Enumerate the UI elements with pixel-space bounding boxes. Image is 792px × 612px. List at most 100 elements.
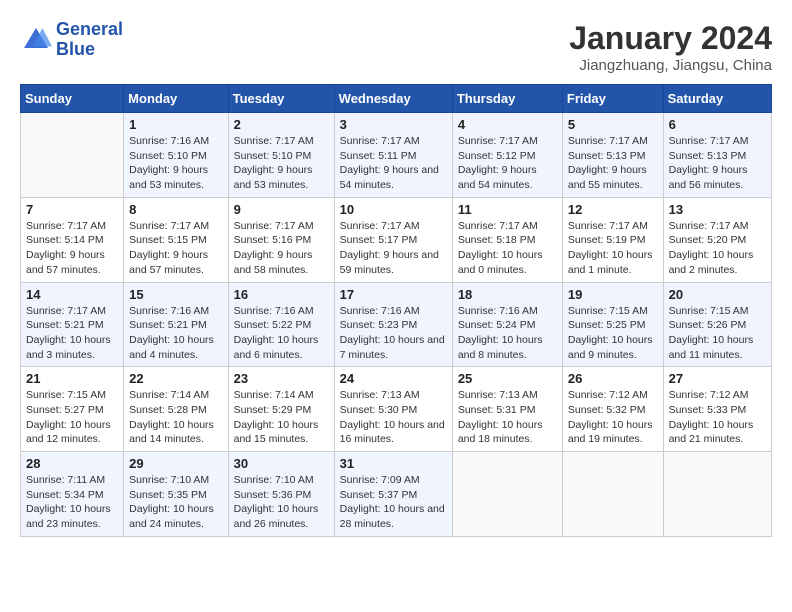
day-cell: 12 Sunrise: 7:17 AM Sunset: 5:19 PM Dayl… (562, 197, 663, 282)
day-number: 25 (458, 371, 557, 386)
day-cell: 17 Sunrise: 7:16 AM Sunset: 5:23 PM Dayl… (334, 282, 452, 367)
day-number: 1 (129, 117, 222, 132)
day-info: Sunrise: 7:16 AM Sunset: 5:10 PM Dayligh… (129, 134, 222, 193)
day-number: 24 (340, 371, 447, 386)
day-number: 20 (669, 287, 766, 302)
day-info: Sunrise: 7:14 AM Sunset: 5:29 PM Dayligh… (234, 388, 329, 447)
day-number: 17 (340, 287, 447, 302)
day-cell: 21 Sunrise: 7:15 AM Sunset: 5:27 PM Dayl… (21, 367, 124, 452)
day-number: 15 (129, 287, 222, 302)
day-cell: 23 Sunrise: 7:14 AM Sunset: 5:29 PM Dayl… (228, 367, 334, 452)
day-number: 29 (129, 456, 222, 471)
day-cell: 26 Sunrise: 7:12 AM Sunset: 5:32 PM Dayl… (562, 367, 663, 452)
day-cell: 3 Sunrise: 7:17 AM Sunset: 5:11 PM Dayli… (334, 113, 452, 198)
day-info: Sunrise: 7:16 AM Sunset: 5:21 PM Dayligh… (129, 304, 222, 363)
day-number: 7 (26, 202, 118, 217)
day-cell: 18 Sunrise: 7:16 AM Sunset: 5:24 PM Dayl… (452, 282, 562, 367)
day-number: 18 (458, 287, 557, 302)
logo: General Blue (20, 20, 123, 60)
day-number: 12 (568, 202, 658, 217)
day-number: 21 (26, 371, 118, 386)
day-info: Sunrise: 7:17 AM Sunset: 5:13 PM Dayligh… (568, 134, 658, 193)
day-cell: 2 Sunrise: 7:17 AM Sunset: 5:10 PM Dayli… (228, 113, 334, 198)
day-info: Sunrise: 7:17 AM Sunset: 5:13 PM Dayligh… (669, 134, 766, 193)
day-cell (562, 452, 663, 537)
logo-text: General Blue (56, 20, 123, 60)
day-info: Sunrise: 7:17 AM Sunset: 5:19 PM Dayligh… (568, 219, 658, 278)
day-cell: 25 Sunrise: 7:13 AM Sunset: 5:31 PM Dayl… (452, 367, 562, 452)
day-cell: 10 Sunrise: 7:17 AM Sunset: 5:17 PM Dayl… (334, 197, 452, 282)
day-info: Sunrise: 7:13 AM Sunset: 5:31 PM Dayligh… (458, 388, 557, 447)
page-header: General Blue January 2024 Jiangzhuang, J… (20, 20, 772, 74)
day-cell: 29 Sunrise: 7:10 AM Sunset: 5:35 PM Dayl… (124, 452, 228, 537)
week-row-2: 7 Sunrise: 7:17 AM Sunset: 5:14 PM Dayli… (21, 197, 772, 282)
day-cell: 27 Sunrise: 7:12 AM Sunset: 5:33 PM Dayl… (663, 367, 771, 452)
week-row-5: 28 Sunrise: 7:11 AM Sunset: 5:34 PM Dayl… (21, 452, 772, 537)
header-day-sunday: Sunday (21, 85, 124, 113)
week-row-3: 14 Sunrise: 7:17 AM Sunset: 5:21 PM Dayl… (21, 282, 772, 367)
day-cell: 1 Sunrise: 7:16 AM Sunset: 5:10 PM Dayli… (124, 113, 228, 198)
day-info: Sunrise: 7:17 AM Sunset: 5:15 PM Dayligh… (129, 219, 222, 278)
day-number: 30 (234, 456, 329, 471)
week-row-1: 1 Sunrise: 7:16 AM Sunset: 5:10 PM Dayli… (21, 113, 772, 198)
day-info: Sunrise: 7:15 AM Sunset: 5:27 PM Dayligh… (26, 388, 118, 447)
day-cell: 6 Sunrise: 7:17 AM Sunset: 5:13 PM Dayli… (663, 113, 771, 198)
day-number: 14 (26, 287, 118, 302)
day-number: 8 (129, 202, 222, 217)
day-info: Sunrise: 7:17 AM Sunset: 5:16 PM Dayligh… (234, 219, 329, 278)
day-cell: 28 Sunrise: 7:11 AM Sunset: 5:34 PM Dayl… (21, 452, 124, 537)
day-info: Sunrise: 7:17 AM Sunset: 5:17 PM Dayligh… (340, 219, 447, 278)
header-day-wednesday: Wednesday (334, 85, 452, 113)
day-number: 13 (669, 202, 766, 217)
day-info: Sunrise: 7:09 AM Sunset: 5:37 PM Dayligh… (340, 473, 447, 532)
day-info: Sunrise: 7:10 AM Sunset: 5:36 PM Dayligh… (234, 473, 329, 532)
day-info: Sunrise: 7:17 AM Sunset: 5:11 PM Dayligh… (340, 134, 447, 193)
logo-line2: Blue (56, 39, 95, 59)
day-info: Sunrise: 7:16 AM Sunset: 5:24 PM Dayligh… (458, 304, 557, 363)
day-number: 4 (458, 117, 557, 132)
day-number: 16 (234, 287, 329, 302)
day-cell: 15 Sunrise: 7:16 AM Sunset: 5:21 PM Dayl… (124, 282, 228, 367)
day-number: 26 (568, 371, 658, 386)
day-number: 3 (340, 117, 447, 132)
day-cell: 31 Sunrise: 7:09 AM Sunset: 5:37 PM Dayl… (334, 452, 452, 537)
day-number: 19 (568, 287, 658, 302)
day-info: Sunrise: 7:16 AM Sunset: 5:22 PM Dayligh… (234, 304, 329, 363)
day-info: Sunrise: 7:17 AM Sunset: 5:14 PM Dayligh… (26, 219, 118, 278)
day-info: Sunrise: 7:12 AM Sunset: 5:32 PM Dayligh… (568, 388, 658, 447)
day-info: Sunrise: 7:17 AM Sunset: 5:18 PM Dayligh… (458, 219, 557, 278)
day-cell (452, 452, 562, 537)
day-cell: 8 Sunrise: 7:17 AM Sunset: 5:15 PM Dayli… (124, 197, 228, 282)
day-info: Sunrise: 7:11 AM Sunset: 5:34 PM Dayligh… (26, 473, 118, 532)
day-cell: 4 Sunrise: 7:17 AM Sunset: 5:12 PM Dayli… (452, 113, 562, 198)
location: Jiangzhuang, Jiangsu, China (569, 57, 772, 74)
day-info: Sunrise: 7:10 AM Sunset: 5:35 PM Dayligh… (129, 473, 222, 532)
logo-icon (20, 24, 52, 56)
day-number: 10 (340, 202, 447, 217)
week-row-4: 21 Sunrise: 7:15 AM Sunset: 5:27 PM Dayl… (21, 367, 772, 452)
day-cell: 5 Sunrise: 7:17 AM Sunset: 5:13 PM Dayli… (562, 113, 663, 198)
day-cell: 7 Sunrise: 7:17 AM Sunset: 5:14 PM Dayli… (21, 197, 124, 282)
day-number: 22 (129, 371, 222, 386)
day-cell: 19 Sunrise: 7:15 AM Sunset: 5:25 PM Dayl… (562, 282, 663, 367)
month-title: January 2024 (569, 20, 772, 57)
day-info: Sunrise: 7:17 AM Sunset: 5:21 PM Dayligh… (26, 304, 118, 363)
day-info: Sunrise: 7:12 AM Sunset: 5:33 PM Dayligh… (669, 388, 766, 447)
day-cell (663, 452, 771, 537)
day-number: 27 (669, 371, 766, 386)
day-cell: 13 Sunrise: 7:17 AM Sunset: 5:20 PM Dayl… (663, 197, 771, 282)
day-cell: 24 Sunrise: 7:13 AM Sunset: 5:30 PM Dayl… (334, 367, 452, 452)
day-number: 28 (26, 456, 118, 471)
day-cell: 16 Sunrise: 7:16 AM Sunset: 5:22 PM Dayl… (228, 282, 334, 367)
day-info: Sunrise: 7:17 AM Sunset: 5:12 PM Dayligh… (458, 134, 557, 193)
day-number: 6 (669, 117, 766, 132)
day-number: 23 (234, 371, 329, 386)
day-number: 9 (234, 202, 329, 217)
header-row: SundayMondayTuesdayWednesdayThursdayFrid… (21, 85, 772, 113)
day-info: Sunrise: 7:17 AM Sunset: 5:20 PM Dayligh… (669, 219, 766, 278)
day-cell (21, 113, 124, 198)
day-info: Sunrise: 7:14 AM Sunset: 5:28 PM Dayligh… (129, 388, 222, 447)
header-day-friday: Friday (562, 85, 663, 113)
header-day-saturday: Saturday (663, 85, 771, 113)
title-block: January 2024 Jiangzhuang, Jiangsu, China (569, 20, 772, 74)
